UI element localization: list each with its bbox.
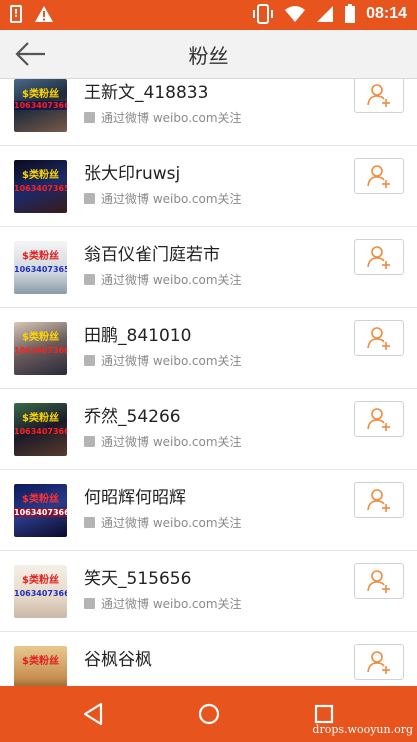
page-title: 粉丝 [188,44,229,68]
add-user-icon [367,489,390,512]
list-item[interactable]: $类粉丝 10634073662 笑天_515656 通过微博 weibo.co… [0,551,417,632]
add-follow-button[interactable] [354,401,404,437]
add-follow-button[interactable] [354,158,404,194]
avatar[interactable]: $类粉丝 10634073654 [14,160,67,213]
add-user-icon [367,246,390,269]
status-bar: ! 08:14 [0,0,417,30]
link-icon [84,355,95,366]
add-follow-button[interactable] [354,239,404,275]
avatar[interactable]: $类粉丝 [14,646,67,686]
list-item[interactable]: $类粉丝 10634073654 张大印ruwsj 通过微博 weibo.com… [0,146,417,227]
list-item[interactable]: $类粉丝 10634073662 何昭辉何昭辉 通过微博 weibo.com关注 [0,470,417,551]
add-user-icon [367,84,390,107]
add-follow-button[interactable] [354,482,404,518]
follower-name[interactable]: 乔然_54266 [84,402,181,427]
follower-name[interactable]: 笑天_515656 [84,564,191,589]
follower-name[interactable]: 张大印ruwsj [84,159,180,184]
list-item[interactable]: $类粉丝 10634073662 乔然_54266 通过微博 weibo.com… [0,389,417,470]
watermark: drops.wooyun.org [312,723,413,736]
list-item[interactable]: $类粉丝 10634073662 田鹏_841010 通过微博 weibo.co… [0,308,417,389]
vibrate-icon [253,4,274,24]
link-icon [84,598,95,609]
add-follow-button[interactable] [354,563,404,599]
add-user-icon [367,651,390,674]
follower-name[interactable]: 王新文_418833 [84,79,208,103]
follow-source: 通过微博 weibo.com关注 [84,595,242,612]
battery-icon [345,4,356,23]
follow-source: 通过微博 weibo.com关注 [84,109,242,126]
follower-name[interactable]: 翁百仪雀门庭若市 [84,240,220,265]
sd-card-icon: ! [10,5,22,23]
signal-icon [317,6,334,22]
follow-source: 通过微博 weibo.com关注 [84,514,242,531]
follow-source: 通过微博 weibo.com关注 [84,271,242,288]
list-item[interactable]: $类粉丝 10634073654 翁百仪雀门庭若市 通过微博 weibo.com… [0,227,417,308]
add-user-icon [367,408,390,431]
list-item[interactable]: $类粉丝 谷枫谷枫 [0,632,417,686]
add-follow-button[interactable] [354,79,404,113]
avatar[interactable]: $类粉丝 10634073662 [14,565,67,618]
home-circle-icon[interactable] [195,700,223,728]
link-icon [84,193,95,204]
link-icon [84,274,95,285]
avatar[interactable]: $类粉丝 10634073662 [14,403,67,456]
avatar[interactable]: $类粉丝 10634073662 [14,79,67,132]
warning-icon [35,6,53,22]
clock: 08:14 [366,5,407,22]
add-user-icon [367,165,390,188]
add-user-icon [367,570,390,593]
add-follow-button[interactable] [354,320,404,356]
follow-source: 通过微博 weibo.com关注 [84,352,242,369]
follow-source: 通过微博 weibo.com关注 [84,433,242,450]
follower-name[interactable]: 何昭辉何昭辉 [84,483,186,508]
list-item[interactable]: $类粉丝 10634073662 王新文_418833 通过微博 weibo.c… [0,79,417,146]
add-follow-button[interactable] [354,644,404,680]
avatar[interactable]: $类粉丝 10634073662 [14,322,67,375]
app-bar: 粉丝 [0,30,417,79]
add-user-icon [367,327,390,350]
wifi-icon [285,6,306,22]
link-icon [84,112,95,123]
follower-list[interactable]: $类粉丝 10634073662 王新文_418833 通过微博 weibo.c… [0,79,417,686]
link-icon [84,517,95,528]
avatar[interactable]: $类粉丝 10634073654 [14,241,67,294]
avatar[interactable]: $类粉丝 10634073662 [14,484,67,537]
follower-name[interactable]: 谷枫谷枫 [84,645,152,670]
navigation-bar: drops.wooyun.org [0,686,417,742]
back-triangle-icon[interactable] [80,700,108,728]
follower-name[interactable]: 田鹏_841010 [84,321,191,346]
follow-source: 通过微博 weibo.com关注 [84,190,242,207]
link-icon [84,436,95,447]
